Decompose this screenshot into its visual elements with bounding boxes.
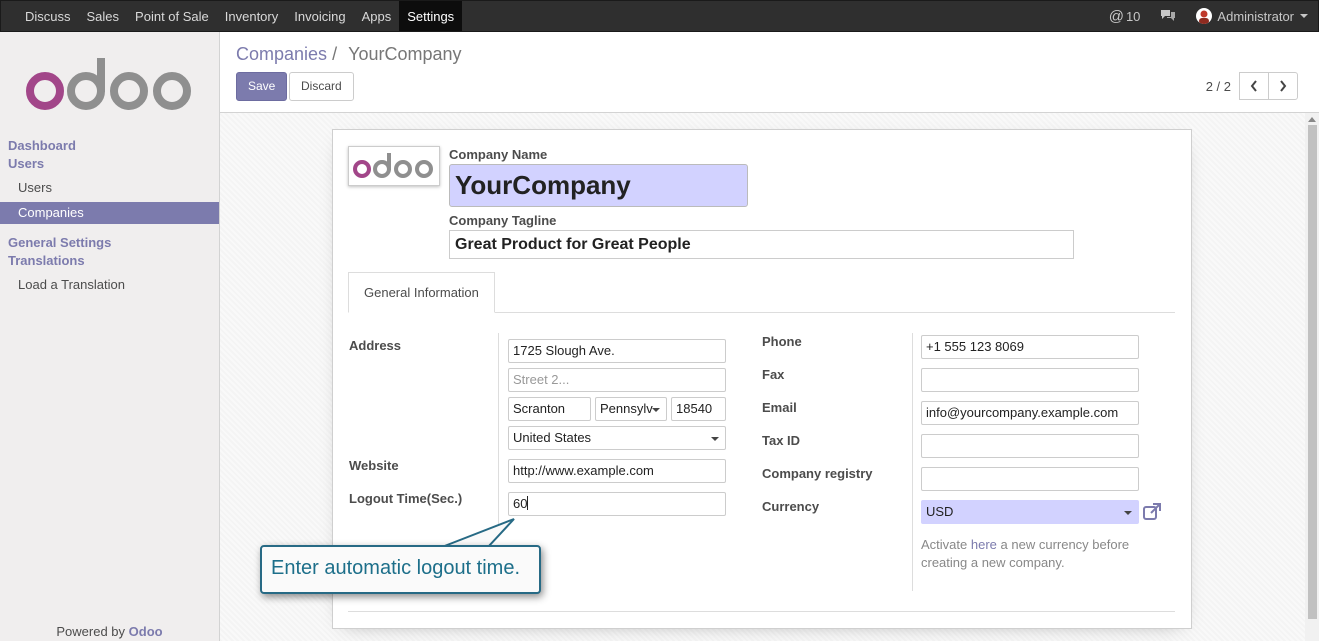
sidebar-item-load-translation[interactable]: Load a Translation <box>0 274 219 296</box>
website-label: Website <box>349 458 399 473</box>
menu-settings[interactable]: Settings <box>399 1 463 31</box>
systray: @ 10 Administrator <box>1109 1 1308 31</box>
chevron-down-icon <box>1300 14 1308 18</box>
currency-label: Currency <box>762 499 820 514</box>
currency-note-rest: a new currency before <box>1000 537 1130 552</box>
powered-by-text: Powered by <box>56 624 126 639</box>
text-cursor <box>527 496 529 510</box>
breadcrumb-companies[interactable]: Companies <box>236 44 327 64</box>
logout-time-label: Logout Time(Sec.) <box>349 491 463 506</box>
at-sign-icon: @ <box>1108 7 1124 25</box>
company-registry-input[interactable] <box>921 467 1139 491</box>
tax-id-input[interactable] <box>921 434 1139 458</box>
right-group-divider <box>912 333 913 591</box>
sidebar-section-general-settings[interactable]: General Settings <box>8 234 111 252</box>
phone-input[interactable]: +1 555 123 8069 <box>921 335 1139 359</box>
odoo-logo <box>26 56 194 117</box>
tour-tooltip: Enter automatic logout time. <box>260 545 541 594</box>
notebook-tabs: General Information <box>348 272 1175 313</box>
tax-id-label: Tax ID <box>762 433 801 448</box>
company-tagline-input[interactable]: Great Product for Great People <box>449 230 1074 259</box>
scrollbar[interactable] <box>1305 113 1319 641</box>
breadcrumb-separator: / <box>332 44 338 64</box>
powered-by: Powered by Odoo <box>0 624 219 639</box>
mentions-indicator[interactable]: @ 10 <box>1109 8 1141 25</box>
menu-point-of-sale[interactable]: Point of Sale <box>127 1 217 31</box>
external-link-icon[interactable] <box>1142 502 1162 525</box>
pager-value[interactable]: 2 / 2 <box>1206 79 1231 94</box>
tab-general-information[interactable]: General Information <box>348 272 495 313</box>
avatar <box>1196 8 1213 24</box>
breadcrumb: Companies / YourCompany <box>236 44 462 65</box>
powered-by-link[interactable]: Odoo <box>129 624 163 639</box>
save-button[interactable]: Save <box>236 72 288 101</box>
menu-inventory[interactable]: Inventory <box>217 1 286 31</box>
currency-note-activate: Activate <box>921 537 968 552</box>
user-name: Administrator <box>1217 8 1294 24</box>
sidebar-section-users[interactable]: Users <box>8 155 44 173</box>
breadcrumb-current: YourCompany <box>348 44 462 64</box>
logout-time-input[interactable]: 60 <box>508 492 726 516</box>
country-select[interactable]: United States <box>508 426 726 450</box>
scrollbar-thumb[interactable] <box>1308 125 1317 619</box>
sheet-divider <box>348 611 1175 612</box>
currency-note-here-link[interactable]: here <box>971 537 997 552</box>
street-input[interactable]: 1725 Slough Ave. <box>508 339 726 363</box>
website-input[interactable]: http://www.example.com <box>508 459 726 483</box>
left-group-divider <box>498 333 499 526</box>
chevron-left-icon <box>1250 80 1257 92</box>
email-input[interactable]: info@yourcompany.example.com <box>921 401 1139 425</box>
email-label: Email <box>762 400 797 415</box>
zip-input[interactable]: 18540 <box>671 397 726 421</box>
street2-input[interactable]: Street 2... <box>508 368 726 392</box>
menu-discuss[interactable]: Discuss <box>17 1 79 31</box>
chevron-right-icon <box>1280 80 1287 92</box>
odoo-logo-icon <box>26 58 191 110</box>
company-name-label: Company Name <box>449 147 548 162</box>
scroll-up-icon[interactable] <box>1308 117 1316 122</box>
sidebar-item-companies[interactable]: Companies <box>0 202 219 224</box>
company-tagline-label: Company Tagline <box>449 213 557 228</box>
pager-previous-button[interactable] <box>1239 72 1269 100</box>
tour-tooltip-text: Enter automatic logout time. <box>271 557 521 579</box>
form-view: Company Name YourCompany Company Tagline… <box>220 113 1319 641</box>
company-logo-image <box>353 153 433 178</box>
currency-note: Activate here a new currency before crea… <box>921 536 1129 572</box>
menu-apps[interactable]: Apps <box>354 1 400 31</box>
sidebar-section-translations[interactable]: Translations <box>8 252 85 270</box>
address-label: Address <box>349 338 402 353</box>
menu-sales[interactable]: Sales <box>79 1 128 31</box>
fax-input[interactable] <box>921 368 1139 392</box>
notification-count: 10 <box>1125 8 1141 24</box>
state-select[interactable]: Pennsylv <box>595 397 667 421</box>
company-name-input[interactable]: YourCompany <box>449 164 748 207</box>
company-logo[interactable] <box>348 146 440 186</box>
chat-icon[interactable] <box>1160 8 1176 25</box>
app-menu: Discuss Sales Point of Sale Inventory In… <box>1 1 463 31</box>
sidebar: Dashboard Users Users Companies General … <box>0 32 220 641</box>
currency-select[interactable]: USD <box>921 500 1139 524</box>
phone-label: Phone <box>762 334 802 349</box>
sidebar-item-users[interactable]: Users <box>0 177 219 199</box>
top-navbar: Discuss Sales Point of Sale Inventory In… <box>0 0 1319 32</box>
sidebar-section-dashboard[interactable]: Dashboard <box>8 137 76 155</box>
user-menu[interactable]: Administrator <box>1196 8 1308 24</box>
discard-button[interactable]: Discard <box>289 72 354 101</box>
pager: 2 / 2 <box>1206 72 1298 100</box>
menu-invoicing[interactable]: Invoicing <box>286 1 353 31</box>
city-input[interactable]: Scranton <box>508 397 591 421</box>
logout-time-value: 60 <box>513 496 528 511</box>
currency-note-line2: creating a new company. <box>921 555 1065 570</box>
control-panel: Companies / YourCompany Save Discard 2 /… <box>220 32 1319 113</box>
pager-next-button[interactable] <box>1268 72 1298 100</box>
company-registry-label: Company registry <box>762 466 873 481</box>
fax-label: Fax <box>762 367 785 382</box>
